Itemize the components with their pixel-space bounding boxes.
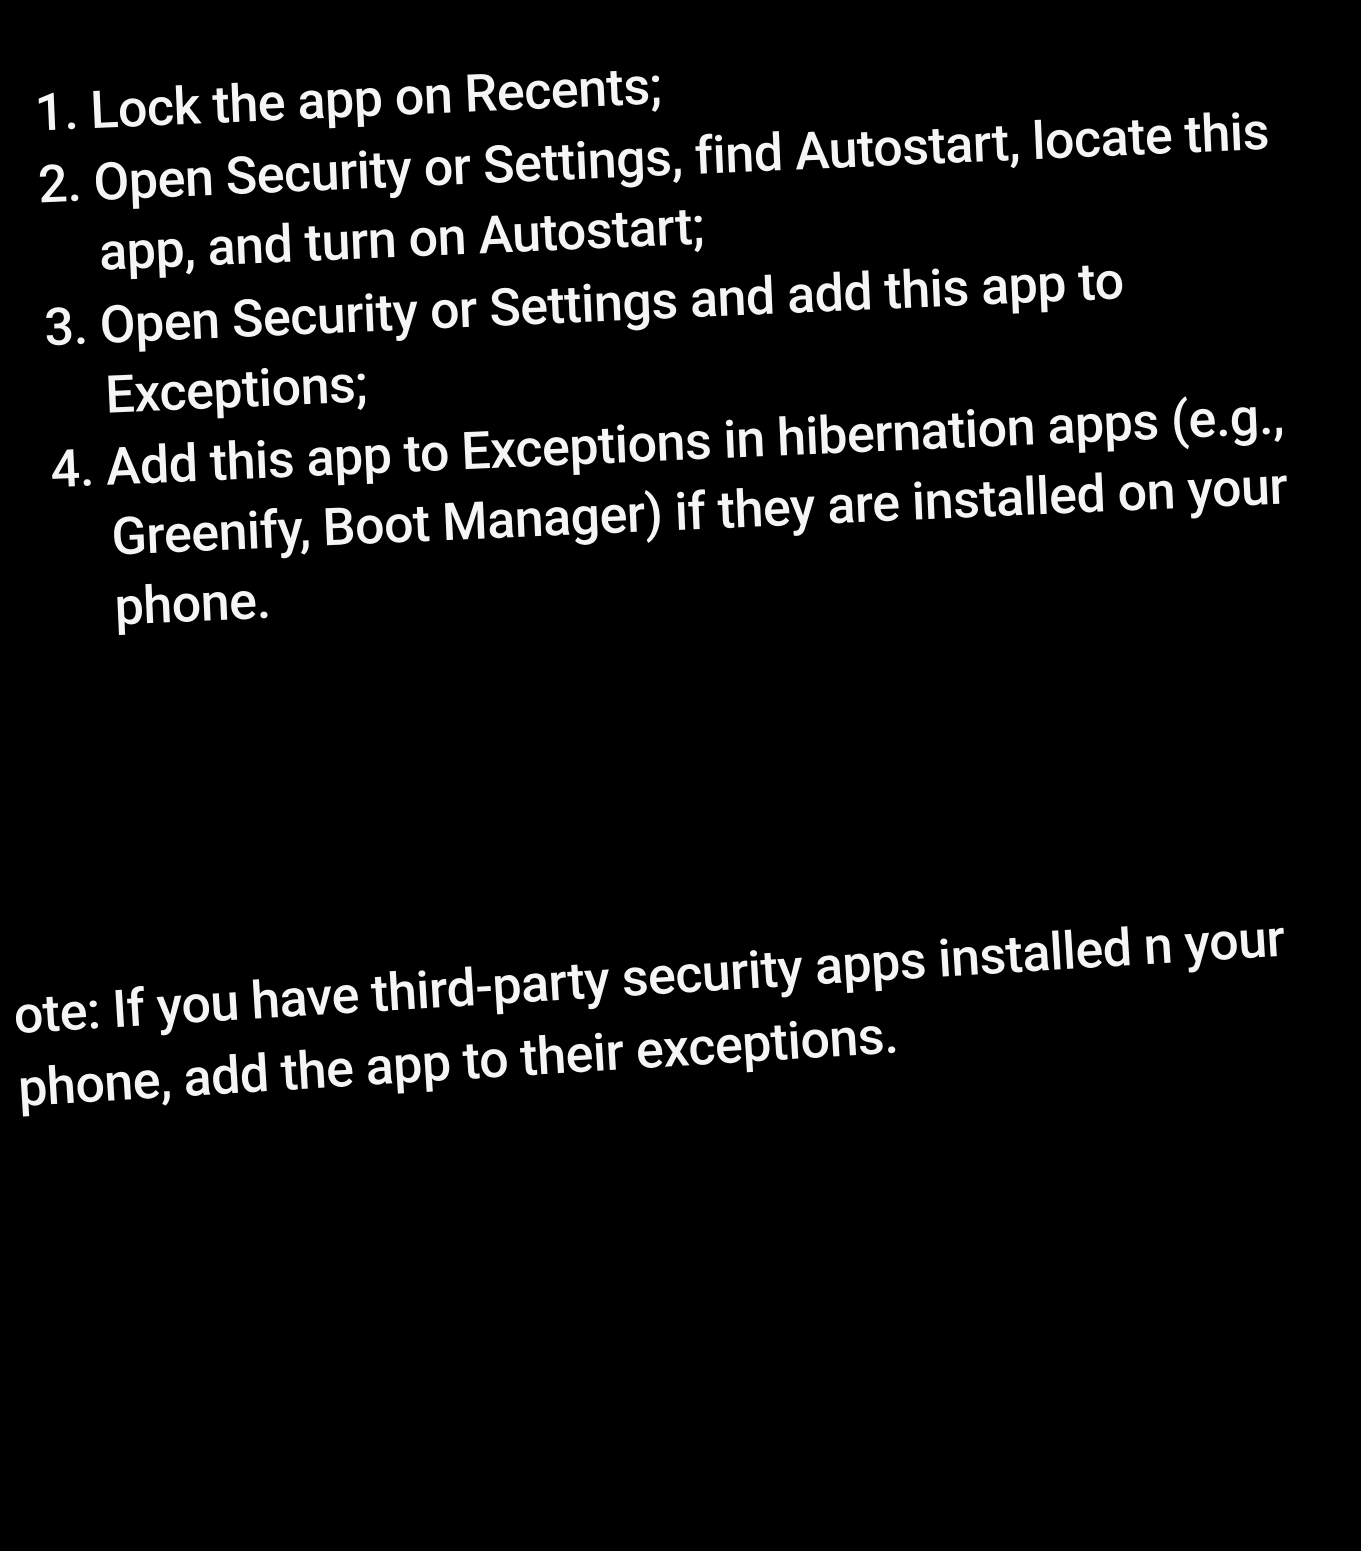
instruction-list: Lock the app on Recents; Open Security o… xyxy=(33,21,1361,645)
instructions-panel: Lock the app on Recents; Open Security o… xyxy=(0,0,1361,1112)
note-text: ote: If you have third-party security ap… xyxy=(12,896,1361,1125)
